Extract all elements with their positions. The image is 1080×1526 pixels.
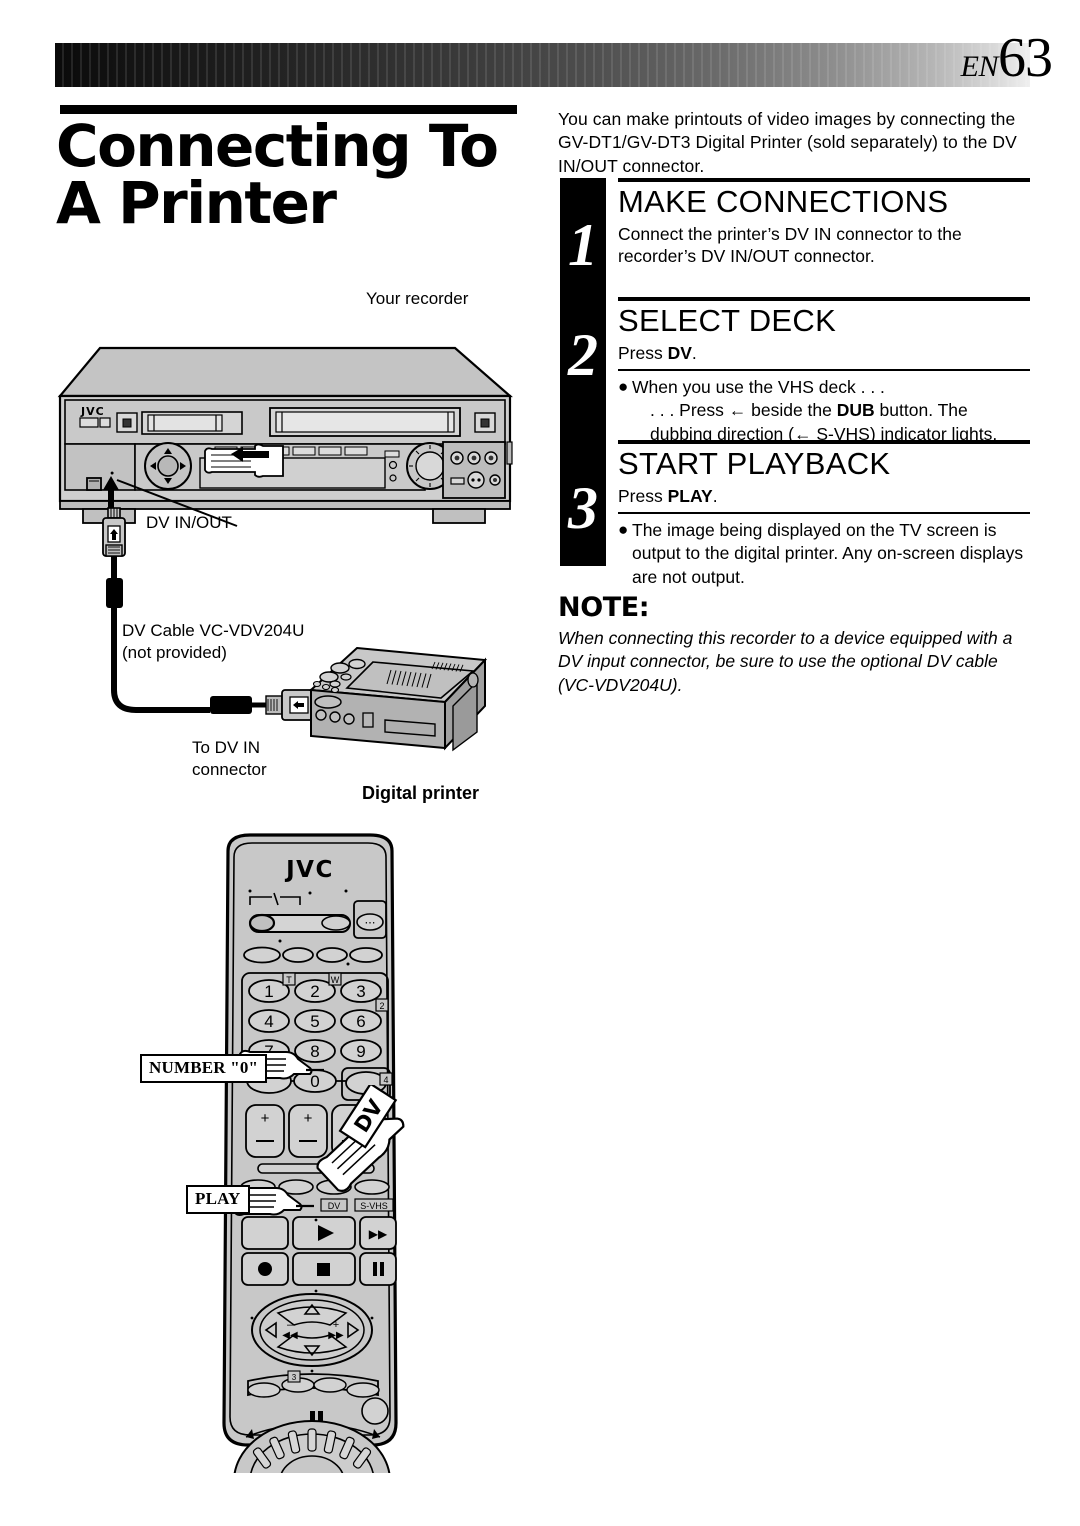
step-2-bullet-line2-bold: DUB [836,400,875,421]
svg-text:JVC: JVC [80,405,105,418]
digital-printer-illustration [308,646,488,752]
step-2-sub: Press DV. [618,342,1030,365]
hand-pointer-dv: DV [316,1085,405,1192]
step-2-bullet-line1: When you use the VHS deck . . . [632,376,885,397]
step-2-bullet-text: When you use the VHS deck . . . . . . Pr… [632,376,1030,446]
step-1-sub: Connect the printer’s DV IN connector to… [618,223,962,267]
callout-play: PLAY [186,1185,250,1214]
step-3-sub-bold: PLAY [667,485,713,506]
svg-text:+: + [261,1110,270,1127]
step-2-rule [618,297,1030,301]
step-2: SELECT DECK Press DV. ● When you use the… [618,297,1030,446]
svg-text:3: 3 [356,982,365,1001]
svg-text:4: 4 [264,1012,273,1031]
step-3: START PLAYBACK Press PLAY. ● The image b… [618,440,1030,589]
svg-text:1: 1 [264,982,273,1001]
step-2-thin-rule [618,369,1030,371]
step-2-sub-bold: DV [667,342,692,363]
svg-text:2: 2 [379,1001,384,1011]
note-heading: NOTE: [558,592,650,623]
dv-cable-label: DV Cable VC-VDV204U (not provided) [122,621,305,663]
svg-text:⋯: ⋯ [365,917,376,929]
to-dv-in-label: To DV IN connector [192,738,267,780]
remote-brand: JVC [284,857,334,883]
intro-paragraph: You can make printouts of video images b… [558,109,1017,176]
illustration-column: Your recorder JVC ● DV IN/OUT DV Cable V… [0,0,540,1526]
step-3-thin-rule [618,512,1030,514]
digital-printer-label: Digital printer [362,783,480,803]
svg-text:6: 6 [356,1012,365,1031]
step-number-3: 3 [568,475,598,541]
step-1: MAKE CONNECTIONS Connect the printer’s D… [618,178,1030,268]
svg-text:W: W [331,975,340,985]
step-3-bullet: ● The image being displayed on the TV sc… [618,519,1030,589]
step-2-sub-post: . [691,342,697,363]
manual-page: EN63 Connecting To A Printer You can mak… [0,0,1080,1526]
language-code: EN [960,50,999,83]
step-2-bullet-line2-pre: . . . Press ← beside the [650,400,837,421]
callout-number-zero: NUMBER "0" [140,1054,268,1083]
step-3-bullet-text: The image being displayed on the TV scre… [632,519,1024,587]
recorder-label: Your recorder [366,289,469,308]
step-2-sub-pre: Press [618,342,668,363]
step-3-sub: Press PLAY. [618,485,1030,508]
step-3-heading: START PLAYBACK [618,446,891,481]
step-3-sub-post: . [712,485,718,506]
bullet-dot-icon: ● [618,376,629,396]
svg-text:5: 5 [310,1012,319,1031]
step-3-sub-pre: Press [618,485,668,506]
svg-text:T: T [286,975,292,985]
bullet-dot-icon: ● [618,519,629,539]
step-3-rule [618,440,1030,444]
svg-text:3: 3 [292,1373,297,1382]
step-2-bullet: ● When you use the VHS deck . . . . . . … [618,376,1030,446]
page-number: 63 [998,27,1053,89]
svg-text:◀◀: ◀◀ [282,1330,298,1341]
page-number-block: EN63 [960,27,1053,89]
note-body: When connecting this recorder to a devic… [558,628,1013,695]
step-2-heading: SELECT DECK [618,303,837,338]
step-number-2: 2 [568,322,598,388]
svg-text:▶▶: ▶▶ [328,1330,344,1341]
step-1-rule [618,178,1030,182]
svg-text:2: 2 [310,982,319,1001]
step-number-1: 1 [568,212,598,278]
step-1-heading: MAKE CONNECTIONS [618,184,949,219]
